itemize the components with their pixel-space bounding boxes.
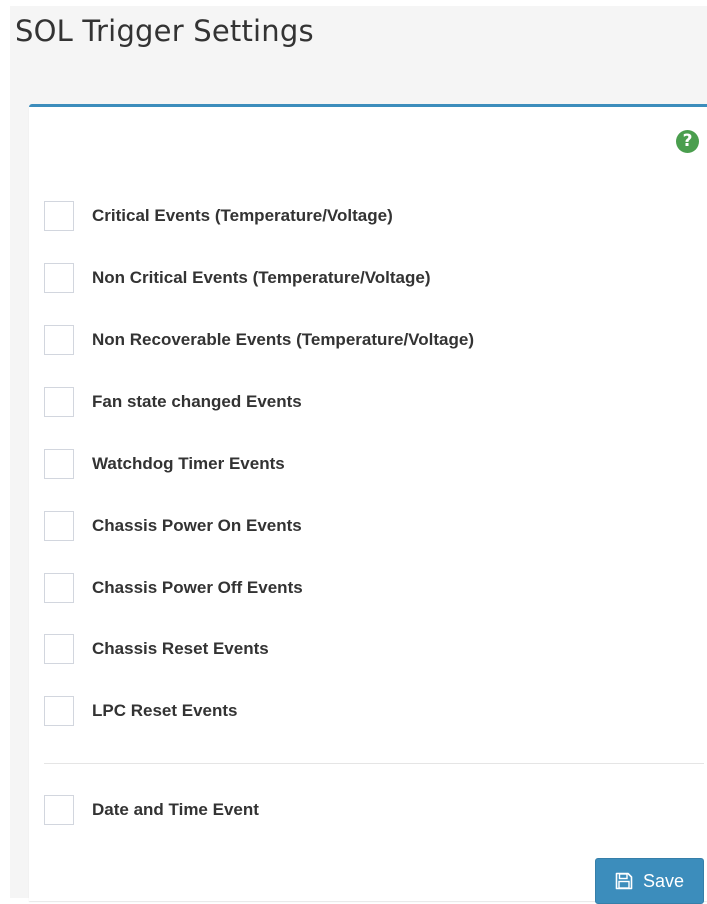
page-title: SOL Trigger Settings — [15, 14, 314, 48]
checkbox-label: Chassis Reset Events — [92, 639, 269, 658]
trigger-fan-state-events[interactable]: Fan state changed Events — [44, 386, 302, 418]
checkbox[interactable] — [44, 325, 74, 355]
trigger-critical-events[interactable]: Critical Events (Temperature/Voltage) — [44, 200, 393, 232]
checkbox-label: Chassis Power On Events — [92, 516, 302, 535]
trigger-chassis-power-on-events[interactable]: Chassis Power On Events — [44, 510, 302, 542]
checkbox-label: LPC Reset Events — [92, 701, 238, 720]
checkbox[interactable] — [44, 201, 74, 231]
checkbox[interactable] — [44, 263, 74, 293]
checkbox[interactable] — [44, 511, 74, 541]
trigger-date-time-event[interactable]: Date and Time Event — [44, 794, 259, 826]
trigger-non-recoverable-events[interactable]: Non Recoverable Events (Temperature/Volt… — [44, 324, 474, 356]
checkbox[interactable] — [44, 634, 74, 664]
checkbox[interactable] — [44, 573, 74, 603]
checkbox-label: Date and Time Event — [92, 800, 259, 819]
trigger-chassis-reset-events[interactable]: Chassis Reset Events — [44, 633, 269, 665]
trigger-watchdog-timer-events[interactable]: Watchdog Timer Events — [44, 448, 285, 480]
save-label: Save — [642, 870, 685, 891]
checkbox-label: Fan state changed Events — [92, 392, 302, 411]
save-button[interactable]: Save — [595, 858, 704, 904]
checkbox[interactable] — [44, 387, 74, 417]
page-content: SOL Trigger Settings ? Critical Events (… — [10, 6, 707, 904]
trigger-lpc-reset-events[interactable]: LPC Reset Events — [44, 695, 238, 727]
trigger-non-critical-events[interactable]: Non Critical Events (Temperature/Voltage… — [44, 262, 431, 294]
checkbox[interactable] — [44, 795, 74, 825]
checkbox-label: Critical Events (Temperature/Voltage) — [92, 206, 393, 225]
help-icon[interactable]: ? — [676, 130, 699, 153]
trigger-chassis-power-off-events[interactable]: Chassis Power Off Events — [44, 572, 303, 604]
settings-panel: ? Critical Events (Temperature/Voltage) … — [29, 104, 707, 904]
section-divider — [44, 763, 704, 764]
checkbox-label: Watchdog Timer Events — [92, 454, 285, 473]
checkbox[interactable] — [44, 449, 74, 479]
checkbox[interactable] — [44, 696, 74, 726]
floppy-disk-icon — [615, 872, 633, 890]
checkbox-label: Chassis Power Off Events — [92, 578, 303, 597]
checkbox-label: Non Recoverable Events (Temperature/Volt… — [92, 330, 474, 349]
checkbox-label: Non Critical Events (Temperature/Voltage… — [92, 268, 431, 287]
